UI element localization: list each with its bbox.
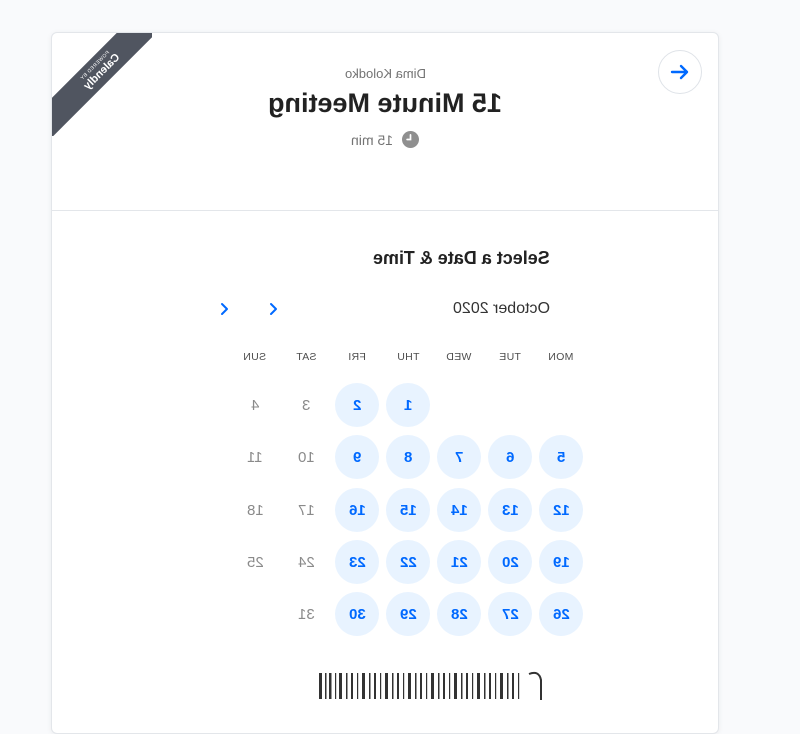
calendar-day-10: 10 <box>297 448 315 466</box>
calendar-day-5[interactable]: 5 <box>539 435 583 479</box>
ribbon-band: POWERED BY Calendly <box>52 33 152 136</box>
weekday-wed: WED <box>446 351 472 363</box>
weekday-sat: SAT <box>295 351 317 363</box>
calendar-day-23[interactable]: 23 <box>335 540 379 584</box>
weekday-tue: TUE <box>499 351 521 363</box>
calendar-day-15[interactable]: 15 <box>386 488 430 532</box>
calendar-day-24: 24 <box>297 553 315 571</box>
calendar-day-22[interactable]: 22 <box>386 540 430 584</box>
calendar-day-16[interactable]: 16 <box>335 488 379 532</box>
weekday-fri: FRI <box>348 351 366 363</box>
calendar-day-2[interactable]: 2 <box>335 383 379 427</box>
calendar-day-21[interactable]: 21 <box>437 540 481 584</box>
calendar-day-7[interactable]: 7 <box>437 435 481 479</box>
calendar-day-28[interactable]: 28 <box>437 592 481 636</box>
event-title: 15 Minute Meeting <box>267 88 503 118</box>
prev-month-button[interactable] <box>214 299 234 319</box>
event-duration: 15 min <box>52 131 718 148</box>
chevron-left-icon <box>221 303 228 315</box>
calendar-day-31: 31 <box>297 605 315 623</box>
calendar-day-12[interactable]: 12 <box>539 488 583 532</box>
calendar-day-6[interactable]: 6 <box>488 435 532 479</box>
chevron-right-icon <box>270 303 277 315</box>
duration-text: 15 min <box>350 132 393 148</box>
calendar-day-8[interactable]: 8 <box>386 435 430 479</box>
calendar-day-13[interactable]: 13 <box>488 488 532 532</box>
month-label: October 2020 <box>453 300 550 317</box>
calendar-day-30[interactable]: 30 <box>335 592 379 636</box>
next-month-button[interactable] <box>263 299 283 319</box>
select-date-heading: Select a Date & Time <box>373 248 550 268</box>
weekday-sun: SUN <box>243 351 267 363</box>
calendar-day-9[interactable]: 9 <box>335 435 379 479</box>
calendar-day-11: 11 <box>247 448 263 466</box>
calendar-day-1[interactable]: 1 <box>386 383 430 427</box>
calendar-day-26[interactable]: 26 <box>539 592 583 636</box>
calendar-day-25: 25 <box>246 553 264 571</box>
calendar-day-3: 3 <box>301 396 311 414</box>
calendar-day-29[interactable]: 29 <box>386 592 430 636</box>
calendar-day-19[interactable]: 19 <box>539 540 583 584</box>
clock-icon <box>402 131 420 148</box>
booking-card: POWERED BY Calendly Dima Kolodko 15 Minu… <box>51 32 719 734</box>
calendar-day-4: 4 <box>250 396 260 414</box>
cookie-settings-icon[interactable] <box>317 670 547 702</box>
powered-by-ribbon[interactable]: POWERED BY Calendly <box>52 33 152 136</box>
calendar-day-18: 18 <box>246 501 264 519</box>
weekday-mon: MON <box>548 351 574 363</box>
calendar-day-17: 17 <box>297 501 315 519</box>
header-divider <box>52 210 718 211</box>
calendar-day-27[interactable]: 27 <box>488 592 532 636</box>
calendar-day-20[interactable]: 20 <box>488 540 532 584</box>
calendar-day-14[interactable]: 14 <box>437 488 481 532</box>
weekday-thu: THU <box>396 351 420 363</box>
event-owner: Dima Kolodko <box>344 66 426 81</box>
